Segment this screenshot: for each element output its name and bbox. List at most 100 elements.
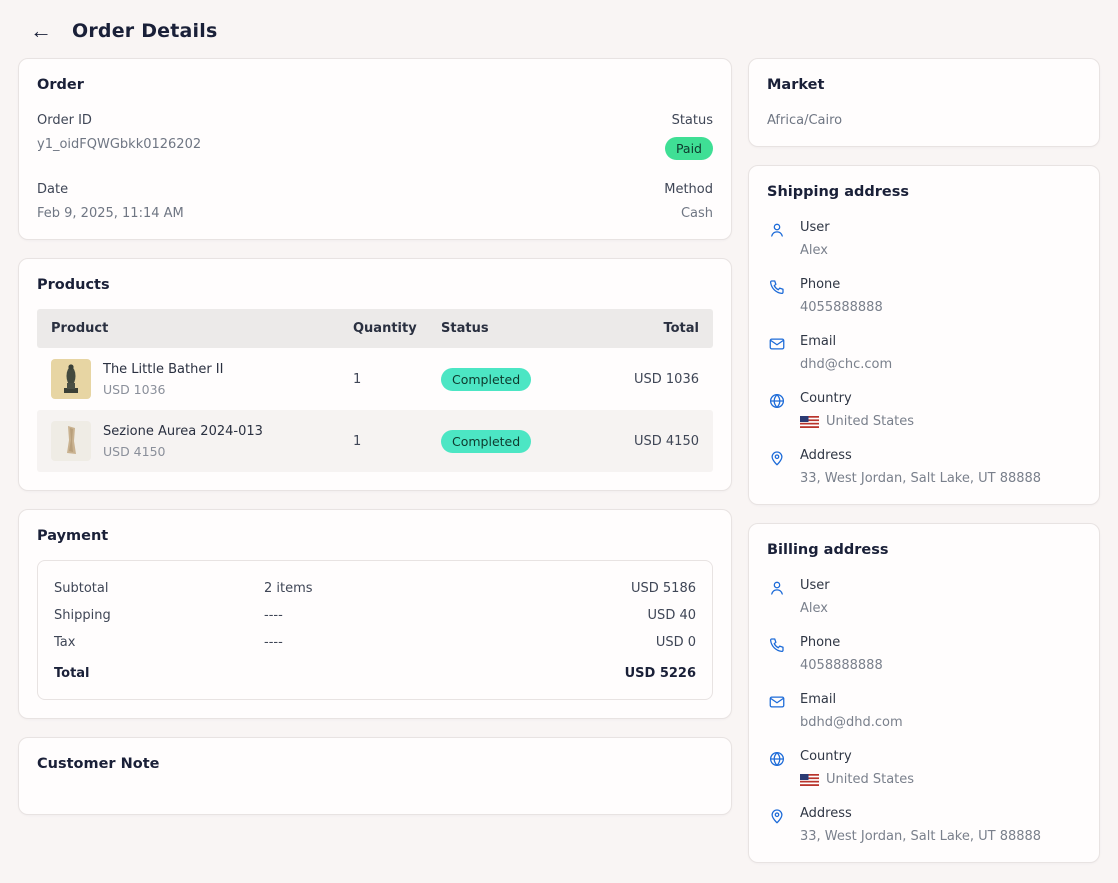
products-table-header: Product Quantity Status Total bbox=[37, 309, 713, 348]
field-label: Phone bbox=[800, 277, 883, 292]
billing-user-field: User Alex bbox=[767, 578, 1081, 616]
payment-total-spacer bbox=[264, 666, 625, 681]
col-total: Total bbox=[591, 321, 699, 336]
globe-icon bbox=[767, 749, 787, 787]
field-value: 33, West Jordan, Salt Lake, UT 88888 bbox=[800, 829, 1041, 844]
field-text: Country bbox=[800, 749, 914, 787]
field-label: Country bbox=[800, 749, 914, 764]
billing-country-field: Country bbox=[767, 749, 1081, 787]
order-id-value: y1_oidFQWGbkk0126202 bbox=[37, 137, 664, 152]
payment-label: Shipping bbox=[54, 608, 264, 623]
product-info: The Little Bather II USD 1036 bbox=[103, 362, 223, 397]
order-method-label: Method bbox=[664, 182, 713, 197]
order-date-label: Date bbox=[37, 182, 664, 197]
status-badge: Completed bbox=[441, 430, 531, 453]
billing-address-field: Address 33, West Jordan, Salt Lake, UT 8… bbox=[767, 806, 1081, 844]
order-status-block: Status Paid bbox=[664, 113, 713, 160]
payment-detail: ---- bbox=[264, 608, 648, 623]
field-label: Email bbox=[800, 334, 892, 349]
field-text: Phone 4055888888 bbox=[800, 277, 883, 315]
product-status: Completed bbox=[441, 368, 591, 391]
payment-total-label: Total bbox=[54, 666, 264, 681]
payment-row-tax: Tax ---- USD 0 bbox=[54, 629, 696, 656]
payment-amount: USD 0 bbox=[656, 635, 696, 650]
phone-icon bbox=[767, 635, 787, 673]
order-status-label: Status bbox=[664, 113, 713, 128]
payment-summary-box: Subtotal 2 items USD 5186 Shipping ---- … bbox=[37, 560, 713, 700]
table-row: Sezione Aurea 2024-013 USD 4150 1 Comple… bbox=[37, 410, 713, 472]
shipping-country-field: Country bbox=[767, 391, 1081, 429]
phone-icon bbox=[767, 277, 787, 315]
field-text: Phone 4058888888 bbox=[800, 635, 883, 673]
field-value: United States bbox=[800, 772, 914, 787]
shipping-address-field: Address 33, West Jordan, Salt Lake, UT 8… bbox=[767, 448, 1081, 486]
field-value: dhd@chc.com bbox=[800, 357, 892, 372]
product-price: USD 4150 bbox=[103, 444, 263, 459]
product-price: USD 1036 bbox=[103, 382, 223, 397]
product-thumbnail bbox=[51, 421, 91, 461]
field-text: Address 33, West Jordan, Salt Lake, UT 8… bbox=[800, 448, 1041, 486]
product-cell: Sezione Aurea 2024-013 USD 4150 bbox=[51, 421, 353, 461]
pin-icon bbox=[767, 806, 787, 844]
field-value: 4058888888 bbox=[800, 658, 883, 673]
product-name: The Little Bather II bbox=[103, 362, 223, 377]
order-method-block: Method Cash bbox=[664, 182, 713, 221]
product-info: Sezione Aurea 2024-013 USD 4150 bbox=[103, 424, 263, 459]
col-product: Product bbox=[51, 321, 353, 336]
us-flag-icon bbox=[800, 416, 819, 428]
field-label: Email bbox=[800, 692, 903, 707]
col-quantity: Quantity bbox=[353, 321, 441, 336]
table-row: The Little Bather II USD 1036 1 Complete… bbox=[37, 348, 713, 410]
field-label: Address bbox=[800, 448, 1041, 463]
field-value: 4055888888 bbox=[800, 300, 883, 315]
order-date-block: Date Feb 9, 2025, 11:14 AM bbox=[37, 182, 664, 221]
products-table: Product Quantity Status Total bbox=[37, 309, 713, 472]
product-total: USD 4150 bbox=[591, 434, 699, 449]
product-quantity: 1 bbox=[353, 434, 441, 449]
order-id-block: Order ID y1_oidFQWGbkk0126202 bbox=[37, 113, 664, 160]
field-value: Alex bbox=[800, 601, 830, 616]
product-quantity: 1 bbox=[353, 372, 441, 387]
order-method-value: Cash bbox=[664, 206, 713, 221]
main-layout: Order Order ID y1_oidFQWGbkk0126202 Stat… bbox=[18, 58, 1100, 863]
back-button[interactable]: ← bbox=[26, 18, 56, 44]
order-id-label: Order ID bbox=[37, 113, 664, 128]
field-label: User bbox=[800, 220, 830, 235]
payment-card: Payment Subtotal 2 items USD 5186 Shippi… bbox=[18, 509, 732, 719]
user-icon bbox=[767, 578, 787, 616]
product-name: Sezione Aurea 2024-013 bbox=[103, 424, 263, 439]
payment-label: Tax bbox=[54, 635, 264, 650]
billing-address-card: Billing address User Alex bbox=[748, 523, 1100, 863]
user-icon bbox=[767, 220, 787, 258]
product-status: Completed bbox=[441, 430, 591, 453]
payment-row-total: Total USD 5226 bbox=[54, 656, 696, 687]
field-label: Phone bbox=[800, 635, 883, 650]
email-icon bbox=[767, 334, 787, 372]
email-icon bbox=[767, 692, 787, 730]
page-title: Order Details bbox=[72, 20, 218, 42]
us-flag-icon bbox=[800, 774, 819, 786]
payment-total-amount: USD 5226 bbox=[625, 666, 696, 681]
status-badge: Paid bbox=[665, 137, 713, 160]
shipping-address-title: Shipping address bbox=[767, 184, 1081, 200]
field-value: Alex bbox=[800, 243, 830, 258]
order-card: Order Order ID y1_oidFQWGbkk0126202 Stat… bbox=[18, 58, 732, 240]
payment-amount: USD 5186 bbox=[631, 581, 696, 596]
payment-amount: USD 40 bbox=[648, 608, 696, 623]
field-label: Address bbox=[800, 806, 1041, 821]
market-card: Market Africa/Cairo bbox=[748, 58, 1100, 147]
sculpture-image bbox=[51, 421, 91, 461]
billing-address-title: Billing address bbox=[767, 542, 1081, 558]
payment-detail: 2 items bbox=[264, 581, 631, 596]
payment-row-subtotal: Subtotal 2 items USD 5186 bbox=[54, 575, 696, 602]
field-label: Country bbox=[800, 391, 914, 406]
field-label: User bbox=[800, 578, 830, 593]
status-badge: Completed bbox=[441, 368, 531, 391]
customer-note-title: Customer Note bbox=[37, 756, 713, 772]
product-total: USD 1036 bbox=[591, 372, 699, 387]
statue-image bbox=[51, 359, 91, 399]
field-value: bdhd@dhd.com bbox=[800, 715, 903, 730]
billing-phone-field: Phone 4058888888 bbox=[767, 635, 1081, 673]
product-cell: The Little Bather II USD 1036 bbox=[51, 359, 353, 399]
globe-icon bbox=[767, 391, 787, 429]
